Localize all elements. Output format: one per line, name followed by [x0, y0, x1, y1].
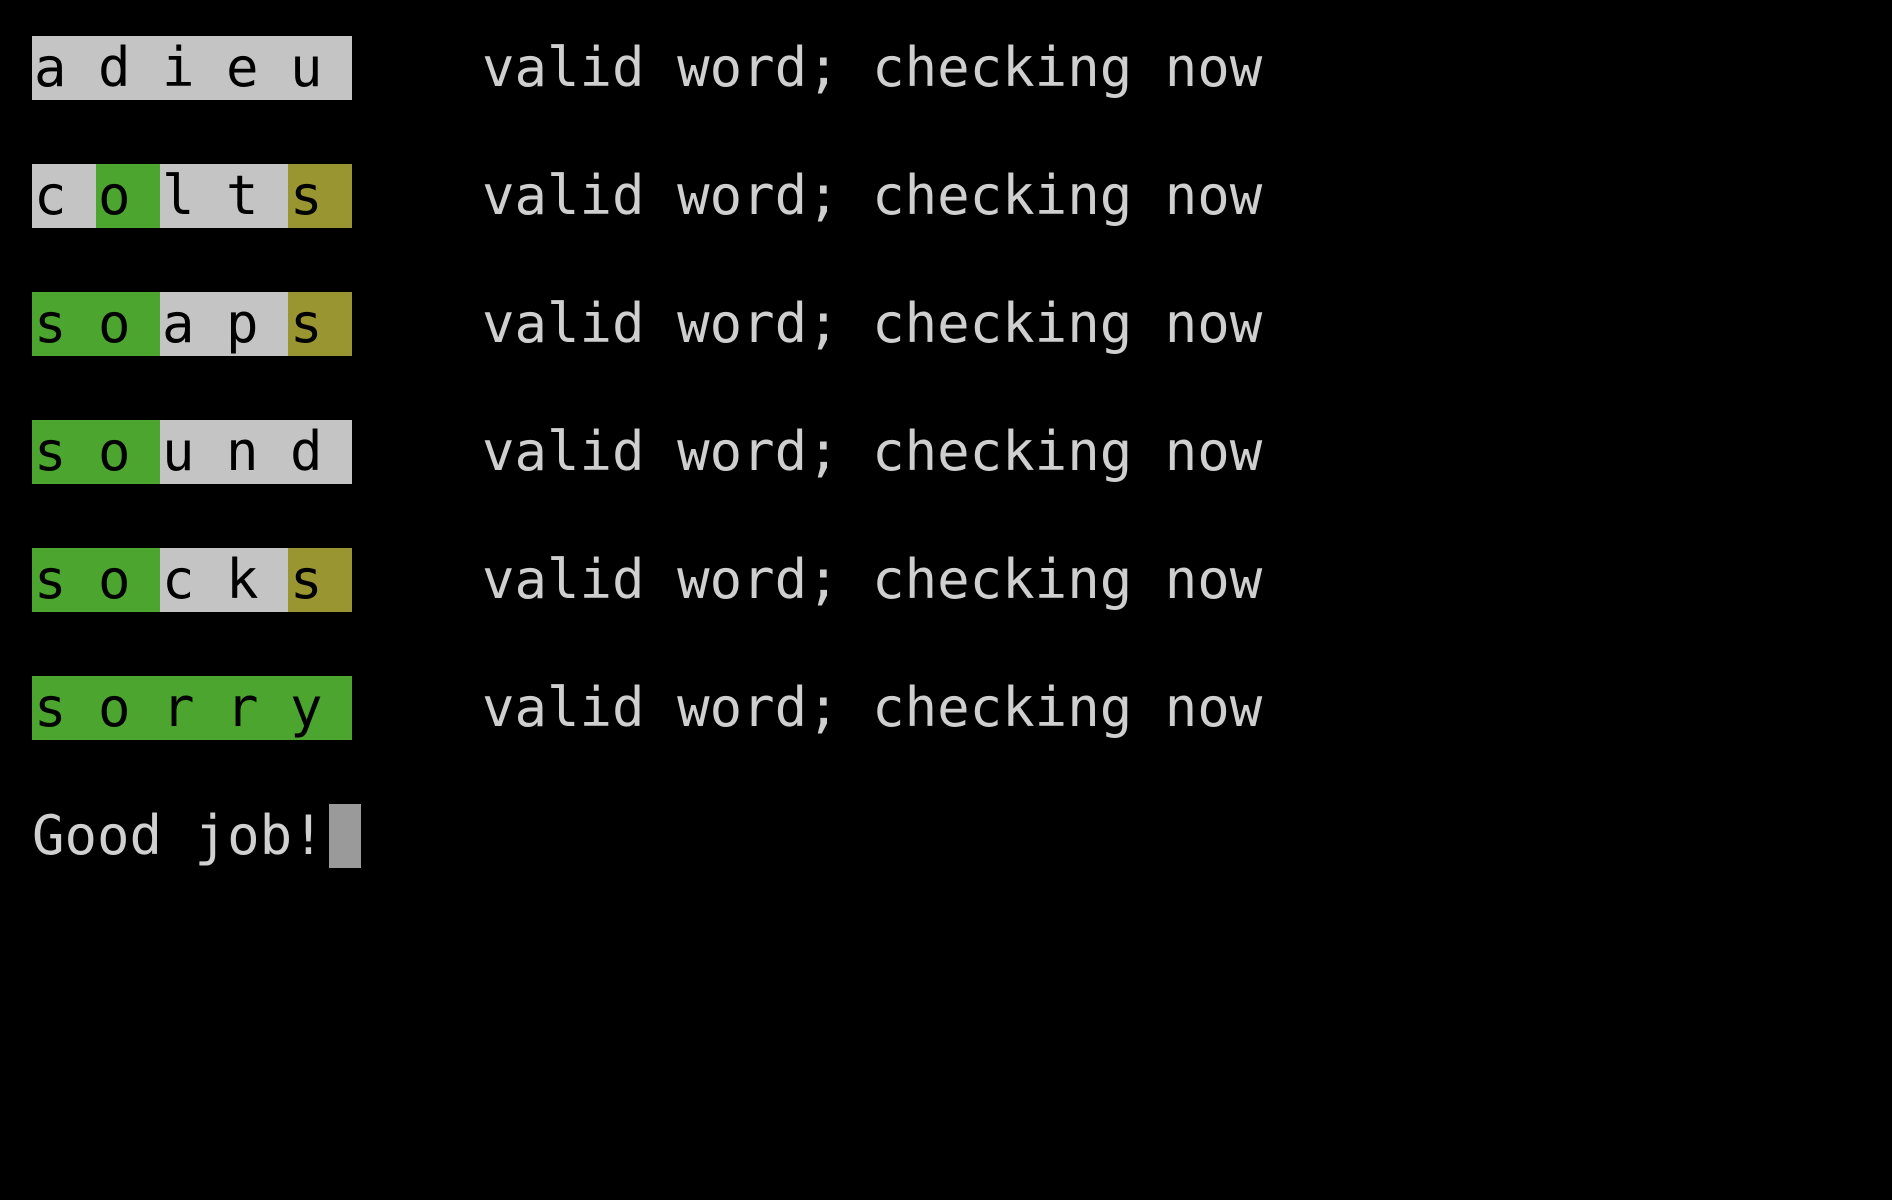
- guess-tiles: s o a p s: [32, 292, 352, 356]
- guess-row-1: a d i e u valid word; checking now: [32, 36, 1262, 100]
- letter-tile: l: [160, 164, 224, 228]
- status-message: valid word; checking now: [482, 292, 1263, 355]
- letter-tile: s: [32, 420, 96, 484]
- letter-tile: d: [288, 420, 352, 484]
- status-message: valid word; checking now: [482, 420, 1263, 483]
- letter-tile: a: [32, 36, 96, 100]
- letter-tile: c: [32, 164, 96, 228]
- status-message: valid word; checking now: [482, 548, 1263, 611]
- guess-tiles: a d i e u: [32, 36, 352, 100]
- guess-row-5: s o c k s valid word; checking now: [32, 548, 1262, 612]
- letter-tile: o: [96, 676, 160, 740]
- letter-tile: o: [96, 164, 160, 228]
- letter-tile: o: [96, 292, 160, 356]
- terminal-window[interactable]: a d i e u valid word; checking now c o l…: [0, 0, 1892, 1200]
- guess-tiles: s o r r y: [32, 676, 352, 740]
- letter-tile: t: [224, 164, 288, 228]
- letter-tile: r: [224, 676, 288, 740]
- text-cursor[interactable]: [328, 804, 361, 868]
- success-message: Good job!: [32, 804, 325, 867]
- guess-row-4: s o u n d valid word; checking now: [32, 420, 1262, 484]
- letter-tile: y: [288, 676, 352, 740]
- status-message: valid word; checking now: [482, 164, 1263, 227]
- final-line: Good job!: [32, 804, 361, 868]
- guess-row-2: c o l t s valid word; checking now: [32, 164, 1262, 228]
- letter-tile: s: [32, 548, 96, 612]
- guess-row-6: s o r r y valid word; checking now: [32, 676, 1262, 740]
- letter-tile: k: [224, 548, 288, 612]
- letter-tile: r: [160, 676, 224, 740]
- letter-tile: u: [160, 420, 224, 484]
- guess-tiles: c o l t s: [32, 164, 352, 228]
- letter-tile: o: [96, 548, 160, 612]
- letter-tile: s: [32, 676, 96, 740]
- letter-tile: s: [32, 292, 96, 356]
- letter-tile: s: [288, 164, 352, 228]
- letter-tile: o: [96, 420, 160, 484]
- letter-tile: a: [160, 292, 224, 356]
- letter-tile: e: [224, 36, 288, 100]
- letter-tile: u: [288, 36, 352, 100]
- guess-row-3: s o a p s valid word; checking now: [32, 292, 1262, 356]
- status-message: valid word; checking now: [482, 36, 1263, 99]
- letter-tile: s: [288, 548, 352, 612]
- letter-tile: i: [160, 36, 224, 100]
- guess-tiles: s o c k s: [32, 548, 352, 612]
- status-message: valid word; checking now: [482, 676, 1263, 739]
- letter-tile: p: [224, 292, 288, 356]
- letter-tile: d: [96, 36, 160, 100]
- letter-tile: s: [288, 292, 352, 356]
- letter-tile: c: [160, 548, 224, 612]
- guess-tiles: s o u n d: [32, 420, 352, 484]
- letter-tile: n: [224, 420, 288, 484]
